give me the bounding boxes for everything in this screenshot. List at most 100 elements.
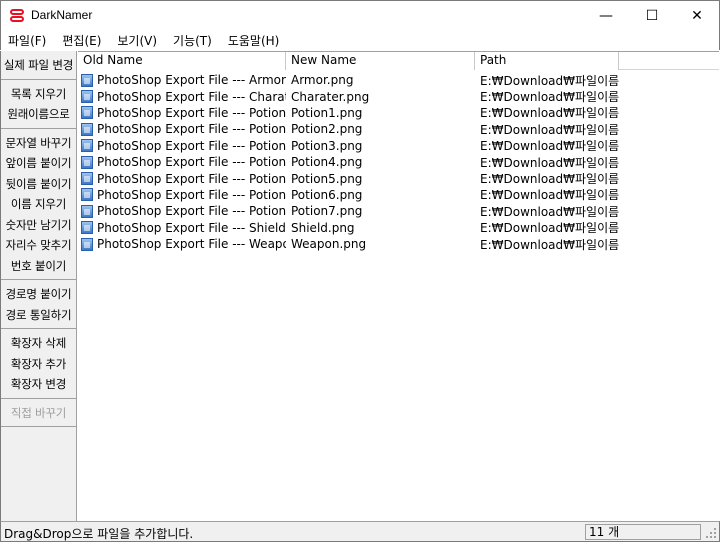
image-file-icon xyxy=(81,188,93,202)
image-file-icon xyxy=(81,139,93,153)
sidebar-group: 확장자 삭제 확장자 추가 확장자 변경 xyxy=(1,329,76,399)
window-title: DarkNamer xyxy=(31,8,93,22)
menu-bar: 파일(F) 편집(E) 보기(V) 기능(T) 도움말(H) xyxy=(0,30,720,50)
sidebar-action-button[interactable]: 원래이름으로 xyxy=(1,104,76,125)
path-cell: E:₩Download₩파일이름 xyxy=(480,172,620,187)
menu-view[interactable]: 보기(V) xyxy=(109,30,165,50)
table-row[interactable]: PhotoShop Export File --- Potion... Potio… xyxy=(78,154,719,170)
path-cell: E:₩Download₩파일이름 xyxy=(480,122,620,137)
file-list[interactable]: Old Name New Name Path PhotoShop Export … xyxy=(78,51,719,521)
old-name-text: PhotoShop Export File --- Potion... xyxy=(97,122,286,137)
old-name-cell: PhotoShop Export File --- Armor.... xyxy=(78,73,286,87)
table-row[interactable]: PhotoShop Export File --- Shield.... Shie… xyxy=(78,220,719,236)
sidebar-action-button[interactable]: 확장자 추가 xyxy=(1,354,76,375)
sidebar-action-button[interactable]: 확장자 삭제 xyxy=(1,333,76,354)
column-header-row: Old Name New Name Path xyxy=(78,52,719,70)
path-cell: E:₩Download₩파일이름 xyxy=(480,106,620,121)
path-cell: E:₩Download₩파일이름 xyxy=(480,155,620,170)
new-name-cell: Potion5.png xyxy=(291,171,363,186)
column-old-name[interactable]: Old Name xyxy=(78,52,286,70)
menu-tools[interactable]: 기능(T) xyxy=(165,30,220,50)
old-name-cell: PhotoShop Export File --- Weapo... xyxy=(78,237,286,251)
table-row[interactable]: PhotoShop Export File --- Potion... Potio… xyxy=(78,170,719,186)
image-file-icon xyxy=(81,221,93,235)
old-name-text: PhotoShop Export File --- Potion... xyxy=(97,105,286,120)
table-row[interactable]: PhotoShop Export File --- Potion... Potio… xyxy=(78,138,719,154)
old-name-text: PhotoShop Export File --- Potion... xyxy=(97,155,286,170)
table-row[interactable]: PhotoShop Export File --- Potion... Potio… xyxy=(78,187,719,203)
maximize-button[interactable]: ☐ xyxy=(629,1,675,30)
new-name-cell: Potion2.png xyxy=(291,122,363,137)
close-button[interactable]: ✕ xyxy=(674,1,720,30)
old-name-text: PhotoShop Export File --- Armor.... xyxy=(97,73,286,88)
file-count: 11 개 xyxy=(585,524,701,540)
path-cell: E:₩Download₩파일이름 xyxy=(480,188,620,203)
sidebar-action-button[interactable]: 확장자 변경 xyxy=(1,374,76,395)
menu-help[interactable]: 도움말(H) xyxy=(220,30,288,50)
sidebar-action-button[interactable]: 경로명 붙이기 xyxy=(1,284,76,305)
resize-grip-icon[interactable] xyxy=(705,527,717,539)
sidebar-action-button[interactable]: 문자열 바꾸기 xyxy=(1,133,76,154)
sidebar-action-button[interactable]: 경로 통일하기 xyxy=(1,305,76,326)
status-message: Drag&Drop으로 파일을 추가합니다. xyxy=(4,527,194,541)
path-cell: E:₩Download₩파일이름 xyxy=(480,204,620,219)
status-bar: Drag&Drop으로 파일을 추가합니다. 11 개 xyxy=(0,521,720,542)
sidebar-action-button[interactable]: 뒷이름 붙이기 xyxy=(1,174,76,195)
path-cell: E:₩Download₩파일이름 xyxy=(480,90,620,105)
sidebar-action-button[interactable]: 목록 지우기 xyxy=(1,84,76,105)
table-row[interactable]: PhotoShop Export File --- Potion... Potio… xyxy=(78,121,719,137)
path-cell: E:₩Download₩파일이름 xyxy=(480,73,620,88)
sidebar-action-button[interactable]: 직접 바꾸기 xyxy=(1,403,76,424)
sidebar-group: 문자열 바꾸기 앞이름 붙이기 뒷이름 붙이기 이름 지우기 숫자만 남기기 자리수 맞추… xyxy=(1,129,76,280)
old-name-cell: PhotoShop Export File --- Potion... xyxy=(78,155,286,169)
sidebar-action-button[interactable]: 자리수 맞추기 xyxy=(1,235,76,256)
image-file-icon xyxy=(81,90,93,104)
new-name-cell: Armor.png xyxy=(291,73,354,88)
sidebar-action-button[interactable]: 번호 붙이기 xyxy=(1,256,76,277)
sidebar-action-button[interactable]: 숫자만 남기기 xyxy=(1,215,76,236)
table-row[interactable]: PhotoShop Export File --- Weapo... Weapon… xyxy=(78,236,719,252)
sidebar-group: 목록 지우기 원래이름으로 xyxy=(1,80,76,129)
column-new-name[interactable]: New Name xyxy=(286,52,475,70)
table-row[interactable]: PhotoShop Export File --- Potion... Potio… xyxy=(78,203,719,219)
image-file-icon xyxy=(81,106,93,120)
table-row[interactable]: PhotoShop Export File --- Potion... Potio… xyxy=(78,105,719,121)
old-name-text: PhotoShop Export File --- Potion... xyxy=(97,187,286,202)
old-name-cell: PhotoShop Export File --- Potion... xyxy=(78,122,286,136)
app-logo-icon xyxy=(9,8,25,24)
old-name-cell: PhotoShop Export File --- Potion... xyxy=(78,188,286,202)
old-name-cell: PhotoShop Export File --- Potion... xyxy=(78,172,286,186)
old-name-cell: PhotoShop Export File --- Potion... xyxy=(78,139,286,153)
sidebar-group: 직접 바꾸기 xyxy=(1,399,76,427)
new-name-cell: Potion4.png xyxy=(291,155,363,170)
sidebar-action-button[interactable]: 실제 파일 변경 xyxy=(1,55,76,76)
menu-file[interactable]: 파일(F) xyxy=(1,30,54,50)
image-file-icon xyxy=(81,237,93,251)
sidebar-action-button[interactable]: 이름 지우기 xyxy=(1,194,76,215)
new-name-cell: Weapon.png xyxy=(291,237,367,252)
minimize-button[interactable]: — xyxy=(583,1,629,30)
path-cell: E:₩Download₩파일이름 xyxy=(480,237,620,252)
sidebar-group: 경로명 붙이기 경로 통일하기 xyxy=(1,280,76,329)
column-path[interactable]: Path xyxy=(475,52,619,70)
image-file-icon xyxy=(81,155,93,169)
sidebar-group: 실제 파일 변경 xyxy=(1,51,76,80)
menu-edit[interactable]: 편집(E) xyxy=(54,30,109,50)
old-name-text: PhotoShop Export File --- Potion... xyxy=(97,138,286,153)
new-name-cell: Potion6.png xyxy=(291,187,363,202)
new-name-cell: Shield.png xyxy=(291,220,355,235)
old-name-cell: PhotoShop Export File --- Potion... xyxy=(78,106,286,120)
image-file-icon xyxy=(81,73,93,87)
old-name-cell: PhotoShop Export File --- Potion... xyxy=(78,204,286,218)
old-name-text: PhotoShop Export File --- Charate... xyxy=(97,89,286,104)
sidebar-action-button[interactable]: 앞이름 붙이기 xyxy=(1,153,76,174)
table-row[interactable]: PhotoShop Export File --- Armor.... Armor… xyxy=(78,72,719,88)
image-file-icon xyxy=(81,204,93,218)
old-name-cell: PhotoShop Export File --- Charate... xyxy=(78,90,286,104)
file-rows: PhotoShop Export File --- Armor.... Armor… xyxy=(78,72,719,252)
path-cell: E:₩Download₩파일이름 xyxy=(480,221,620,236)
table-row[interactable]: PhotoShop Export File --- Charate... Char… xyxy=(78,88,719,104)
image-file-icon xyxy=(81,122,93,136)
new-name-cell: Potion3.png xyxy=(291,138,363,153)
title-bar: DarkNamer — ☐ ✕ xyxy=(0,0,720,30)
